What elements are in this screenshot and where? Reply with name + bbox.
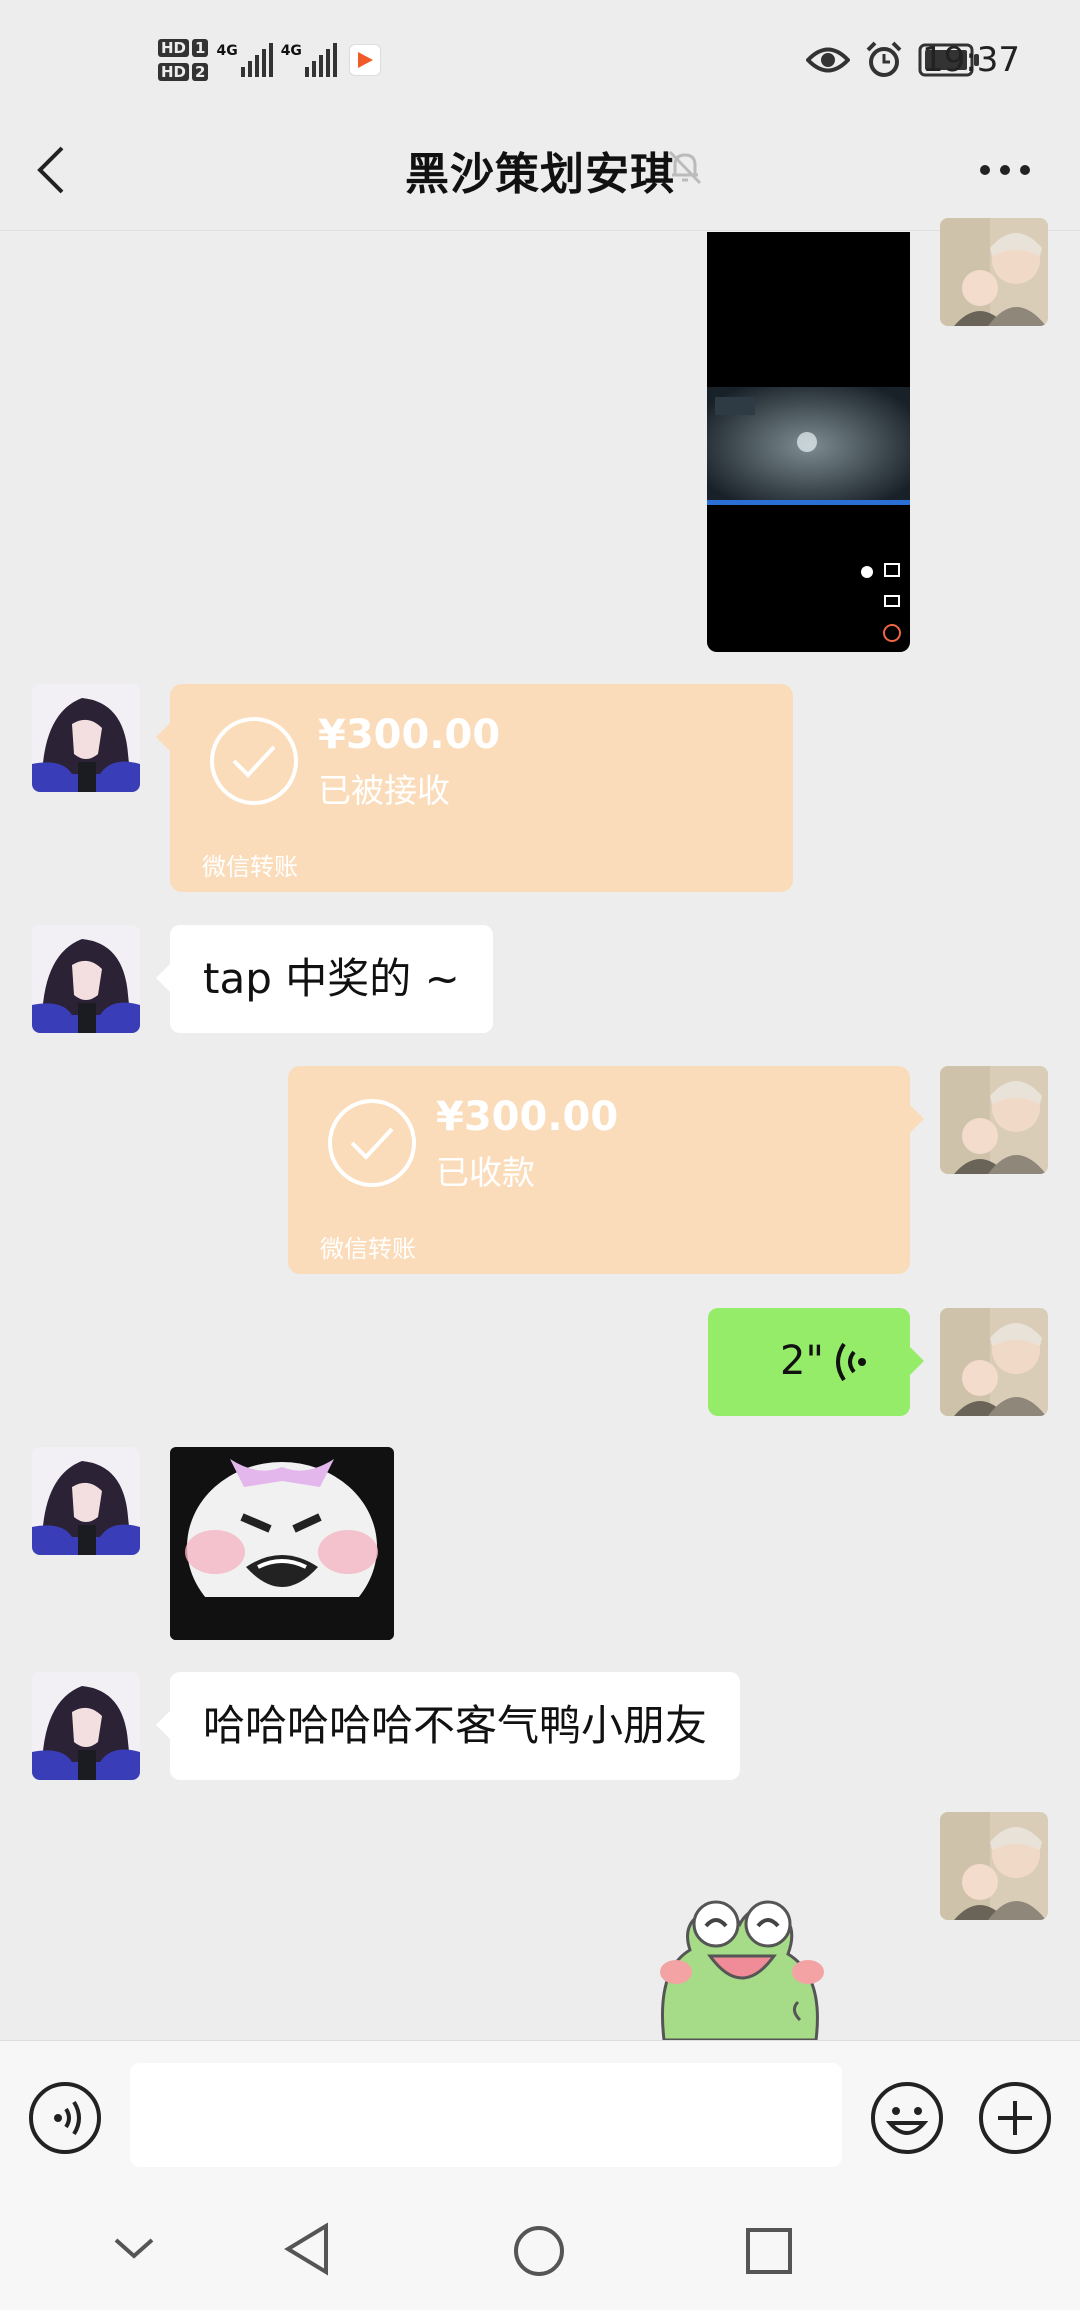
check-circle-icon xyxy=(328,1099,416,1187)
sim2-label: 2 xyxy=(192,63,209,81)
eye-icon xyxy=(806,47,850,73)
transfer-footer: 微信转账 xyxy=(320,1235,416,1263)
more-icon[interactable] xyxy=(975,150,1045,190)
voice-wave-icon xyxy=(836,1342,866,1382)
voice-duration: 2" xyxy=(780,1338,824,1384)
emoji-icon[interactable] xyxy=(870,2081,944,2155)
message-text: tap 中奖的 ~ xyxy=(203,954,460,1003)
chat-title: 黑沙策划安琪 xyxy=(405,149,675,200)
status-left: HD 1 HD 2 4G 4G xyxy=(158,30,381,90)
text-message[interactable]: tap 中奖的 ~ xyxy=(156,925,493,1033)
avatar-self[interactable] xyxy=(940,1812,1048,1920)
avatar-self[interactable] xyxy=(940,1066,1048,1174)
mute-bell-icon xyxy=(668,150,702,185)
text-message[interactable]: 哈哈哈哈哈不客气鸭小朋友 xyxy=(155,1672,741,1780)
transfer-status: 已被接收 xyxy=(318,771,450,810)
check-circle-icon xyxy=(210,717,298,805)
avatar-contact[interactable] xyxy=(32,1672,140,1780)
avatar-contact[interactable] xyxy=(32,925,140,1033)
nav-recents-icon[interactable] xyxy=(744,2226,794,2276)
avatar-self[interactable] xyxy=(940,218,1048,326)
sticker-panda[interactable] xyxy=(170,1447,394,1640)
network-label-1: 4G xyxy=(216,43,238,59)
transfer-amount: ¥300.00 xyxy=(318,712,501,758)
hd-indicator: HD 1 HD 2 xyxy=(158,39,209,81)
nav-collapse-icon[interactable] xyxy=(112,2232,156,2262)
signal-icon-2: 4G xyxy=(281,43,337,77)
status-time: 19:37 xyxy=(922,40,1020,80)
message-text: 哈哈哈哈哈不客气鸭小朋友 xyxy=(203,1701,708,1750)
transfer-footer: 微信转账 xyxy=(202,853,298,881)
avatar-contact[interactable] xyxy=(32,684,140,792)
plus-icon[interactable] xyxy=(978,2081,1052,2155)
transfer-message-received[interactable]: ¥300.00 已被接收 微信转账 xyxy=(156,684,793,892)
voice-message[interactable]: 2" xyxy=(708,1308,924,1416)
game-screenshot-thumbnail xyxy=(707,387,910,642)
sim1-label: 1 xyxy=(192,39,209,57)
avatar-contact[interactable] xyxy=(32,1447,140,1555)
transfer-message-sent[interactable]: ¥300.00 已收款 微信转账 xyxy=(288,1066,924,1274)
hd-label-2: HD xyxy=(158,63,190,81)
app-notification-icon xyxy=(348,44,381,76)
nav-home-icon[interactable] xyxy=(512,2224,566,2278)
network-label-2: 4G xyxy=(280,43,302,59)
signal-icon: 4G xyxy=(216,43,273,77)
sticker-frog[interactable] xyxy=(650,1880,840,2040)
avatar-self[interactable] xyxy=(940,1308,1048,1416)
hd-label-1: HD xyxy=(158,39,190,57)
voice-input-icon[interactable] xyxy=(28,2081,102,2155)
nav-back-icon[interactable] xyxy=(282,2222,332,2276)
video-message[interactable] xyxy=(707,232,910,652)
transfer-amount: ¥300.00 xyxy=(436,1094,619,1140)
alarm-icon xyxy=(866,41,902,77)
transfer-status: 已收款 xyxy=(436,1153,535,1192)
message-input[interactable] xyxy=(130,2063,842,2167)
